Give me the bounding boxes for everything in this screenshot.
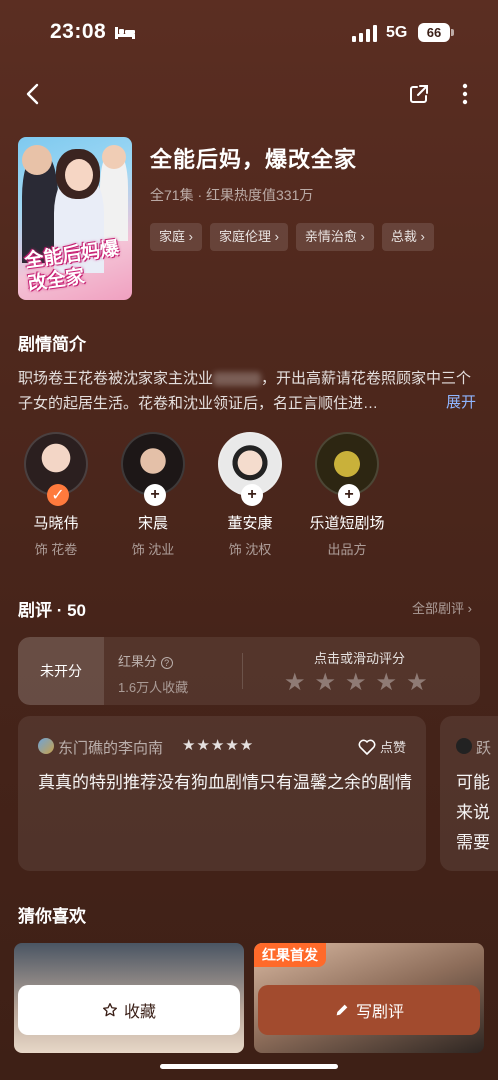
cast-member[interactable]: + 宋晨 饰 沈业 [108,432,198,558]
battery-icon: 66 [418,23,450,42]
favorite-label: 收藏 [123,1004,156,1021]
cast-role: 饰 沈业 [131,542,175,557]
show-meta: 全71集 · 红果热度值331万 [150,187,314,203]
chevron-left-icon [26,83,39,105]
reviewer-name: 东门礁的李向南 [58,740,164,757]
more-button[interactable] [451,80,479,108]
review-text: 真真的特别推荐没有狗血剧情只有温馨之余的剧情 [38,773,412,792]
status-time: 23:08 [50,20,107,43]
cast-name: 董安康 [227,515,273,532]
synopsis-head: 职场卷王花卷被沈家家主沈业 [18,370,214,387]
home-indicator[interactable] [160,1064,338,1069]
avatar: ✓ [24,432,88,506]
network-type: 5G [386,24,408,41]
follow-plus-icon[interactable]: + [241,484,263,506]
review-card[interactable]: 东门礁的李向南 ★★★★★ 点赞 真真的特别推荐没有狗血剧情只有温馨之余的剧情 [18,716,426,871]
rating-label: 红果分 ? [118,651,173,670]
star-icon[interactable]: ★ [406,671,428,695]
battery-tip [451,29,454,36]
cast-member[interactable]: ✓ 马晓伟 饰 花卷 [11,432,101,558]
pencil-icon [336,1004,348,1016]
recommend-title: 猜你喜欢 [18,907,86,926]
star-icon[interactable]: ★ [376,671,398,695]
followed-check-icon[interactable]: ✓ [47,484,69,506]
write-review-button[interactable]: 写剧评 [258,985,480,1035]
divider [242,653,243,689]
producer-logo: + [315,432,379,506]
share-button[interactable] [405,80,433,108]
heart-icon [358,739,376,755]
share-icon [410,85,428,103]
follow-plus-icon[interactable]: + [338,484,360,506]
star-icon[interactable]: ★ [345,671,367,695]
avatar: + [121,432,185,506]
cast-name: 宋晨 [137,515,168,532]
tag-family-ethics[interactable]: 家庭伦理 › [209,223,288,251]
cast-member[interactable]: + 董安康 饰 沈权 [205,432,295,558]
review-text: 可能 来说 需要 [456,768,490,858]
reviewer-avatar [38,738,54,754]
info-icon[interactable]: ? [160,656,173,669]
avatar: + [218,432,282,506]
rating-status: 未开分 [18,637,104,705]
rating-label-text: 红果分 [118,654,158,669]
star-outline-icon [102,1003,117,1017]
tag-list: 家庭 › 家庭伦理 › 亲情治愈 › 总裁 › [150,223,434,251]
rating-stars[interactable]: ★ ★ ★ ★ ★ [284,671,428,695]
favorite-button[interactable]: 收藏 [18,985,240,1035]
cast-member[interactable]: + 乐道短剧场 出品方 [302,432,392,558]
write-review-label: 写剧评 [355,1004,404,1021]
reviewer-name: 跃 [476,740,492,757]
back-button[interactable] [18,80,46,108]
synopsis-title: 剧情简介 [18,335,86,354]
cast-role: 饰 沈权 [228,542,272,557]
review-line: 需要 [456,833,490,852]
reviews-title: 剧评 · 50 [18,601,87,620]
tag-ceo[interactable]: 总裁 › [381,223,434,251]
rating-hint: 点击或滑动评分 [314,651,406,666]
review-line: 来说 [456,803,490,822]
show-poster[interactable]: 全能后妈爆改全家 [18,137,132,300]
like-label: 点赞 [380,740,407,755]
cast-name: 马晓伟 [33,515,79,532]
signal-icon [352,24,377,42]
cast-name: 乐道短剧场 [309,515,385,532]
expand-button[interactable]: 展开 [446,391,476,412]
rating-card: 未开分 红果分 ? 1.6万人收藏 点击或滑动评分 ★ ★ ★ ★ ★ [18,637,480,705]
sleep-focus-icon [115,27,135,39]
rating-count: 1.6万人收藏 [118,680,189,695]
like-button[interactable]: 点赞 [358,737,406,756]
first-release-badge: 红果首发 [254,943,326,967]
reviewer-avatar [456,738,472,754]
star-icon[interactable]: ★ [315,671,337,695]
show-title: 全能后妈，爆改全家 [150,147,358,172]
follow-plus-icon[interactable]: + [144,484,166,506]
cast-role: 饰 花卷 [34,542,78,557]
review-card[interactable]: 跃 可能 来说 需要 [440,716,498,871]
tag-healing[interactable]: 亲情治愈 › [295,223,374,251]
star-icon[interactable]: ★ [284,671,306,695]
tag-family[interactable]: 家庭 › [150,223,202,251]
redacted-blur [213,372,262,387]
review-line: 可能 [456,773,490,792]
cast-role: 出品方 [327,542,367,557]
review-stars: ★★★★★ [182,737,255,754]
all-reviews-link[interactable]: 全部剧评 › [412,598,472,617]
more-vertical-icon [462,83,468,105]
synopsis-text: 职场卷王花卷被沈家家主沈业 ，开出高薪请花卷照顾家中三个子女的起居生活。花卷和沈业… [18,366,480,416]
